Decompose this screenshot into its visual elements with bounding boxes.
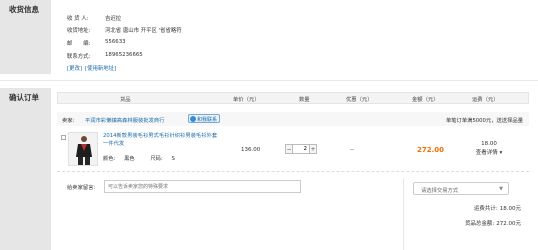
- unit-price: 136.00: [241, 147, 261, 153]
- receiver-label: 收 货 人:: [67, 16, 89, 22]
- quantity-input[interactable]: [293, 144, 309, 154]
- col-shipping: 运费（元）: [472, 97, 499, 103]
- contact-seller-button[interactable]: 和我联系: [188, 114, 221, 123]
- chevron-down-icon: ▼: [499, 186, 503, 192]
- chevron-down-icon: ▾: [499, 150, 503, 156]
- receiver-row: 收 货 人: 吉迟拉: [67, 14, 121, 22]
- quantity-stepper: − +: [285, 144, 317, 154]
- size-label: 尺码:: [150, 156, 163, 162]
- shipping-section-header: 收货信息: [0, 0, 51, 74]
- message-label: 给卖家留言:: [67, 185, 96, 191]
- use-new-address-link[interactable]: [使用新地址]: [85, 66, 116, 72]
- delivery-method-value: 请选择交易方式: [421, 188, 459, 194]
- address-label: 收货地址:: [67, 28, 91, 34]
- col-goods: 货品: [120, 97, 131, 103]
- product-title-link[interactable]: 2014新款男装毛衫男式毛衫针织衫男装毛衫外套一件代发: [103, 133, 219, 148]
- goods-total-label: 货品总金额:: [464, 221, 495, 227]
- col-discount: 优惠（元）: [346, 97, 373, 103]
- order-section-title: 确认订单: [9, 93, 39, 102]
- col-quantity: 数量: [299, 97, 310, 103]
- postcode-value: 556633: [105, 39, 126, 45]
- color-label: 颜色:: [103, 156, 116, 162]
- size-value: S: [171, 156, 175, 162]
- item-checkbox[interactable]: [61, 135, 66, 140]
- shipping-total-value: 18.00元: [499, 206, 521, 212]
- product-thumbnail[interactable]: [68, 132, 98, 166]
- chat-icon: [190, 116, 196, 122]
- shipping-detail-label: 查看详情: [475, 150, 498, 156]
- order-table-header: 货品 单价（元） 数量 优惠（元） 金额（元） 运费（元）: [57, 92, 529, 104]
- shipping-detail-link[interactable]: 查看详情 ▾: [469, 149, 509, 158]
- receiver-value: 吉迟拉: [105, 16, 122, 22]
- shipping-fee: 18.00: [481, 141, 497, 147]
- address-value: 河北省 唐山市 开平区 '省省略符: [105, 28, 182, 34]
- contact-seller-label: 和我联系: [197, 116, 218, 123]
- item-amount: 272.00: [417, 146, 445, 154]
- phone-row: 联系方式: 18965236665: [67, 52, 143, 60]
- shipping-total-label: 运费共计:: [473, 206, 498, 212]
- address-row: 收货地址: 河北省 唐山市 开平区 '省省略符: [67, 26, 182, 34]
- delivery-method-select[interactable]: 请选择交易方式 ▼: [413, 182, 509, 195]
- goods-total-row: 货品总金额: 272.00元: [465, 219, 521, 227]
- color-value: 黑色: [124, 156, 135, 162]
- postcode-label: 邮 编:: [67, 41, 91, 47]
- message-to-seller-input[interactable]: [104, 180, 301, 193]
- col-unit-price: 单价（元）: [233, 97, 260, 103]
- discount-value: --: [350, 147, 354, 153]
- postcode-row: 邮 编: 556633: [67, 39, 126, 47]
- quantity-increase-button[interactable]: +: [309, 144, 317, 154]
- product-attributes: 颜色: 黑色 尺码: S: [103, 154, 189, 162]
- address-actions: [更改] [使用新地址]: [67, 64, 119, 72]
- phone-value: 18965236665: [105, 52, 143, 58]
- seller-name-link[interactable]: 平润市彩懒镇高森林服装批发商行: [85, 116, 164, 124]
- order-item-row: 2014新款男装毛衫男式毛衫针织衫男装毛衫外套一件代发 颜色: 黑色 尺码: S…: [57, 126, 529, 172]
- section-divider: [0, 80, 538, 81]
- phone-label: 联系方式:: [67, 54, 91, 60]
- goods-total-value: 272.00元: [496, 221, 521, 227]
- summary-divider: [403, 178, 404, 250]
- quantity-decrease-button[interactable]: −: [285, 144, 293, 154]
- store-promo-note: 单笔订单满5000元，送送择品量: [445, 118, 523, 124]
- col-amount: 金额（元）: [412, 97, 439, 103]
- change-address-link[interactable]: [更改]: [67, 66, 82, 72]
- order-section-header: 确认订单: [0, 88, 51, 250]
- shipping-cell: 18.00 查看详情 ▾: [469, 140, 509, 158]
- seller-label: 卖家:: [62, 118, 75, 124]
- store-row: 卖家: 平润市彩懒镇高森林服装批发商行 和我联系 单笔订单满5000元，送送择品…: [57, 112, 529, 126]
- shipping-section-title: 收货信息: [9, 5, 39, 14]
- shipping-total-row: 运费共计: 18.00元: [474, 204, 521, 212]
